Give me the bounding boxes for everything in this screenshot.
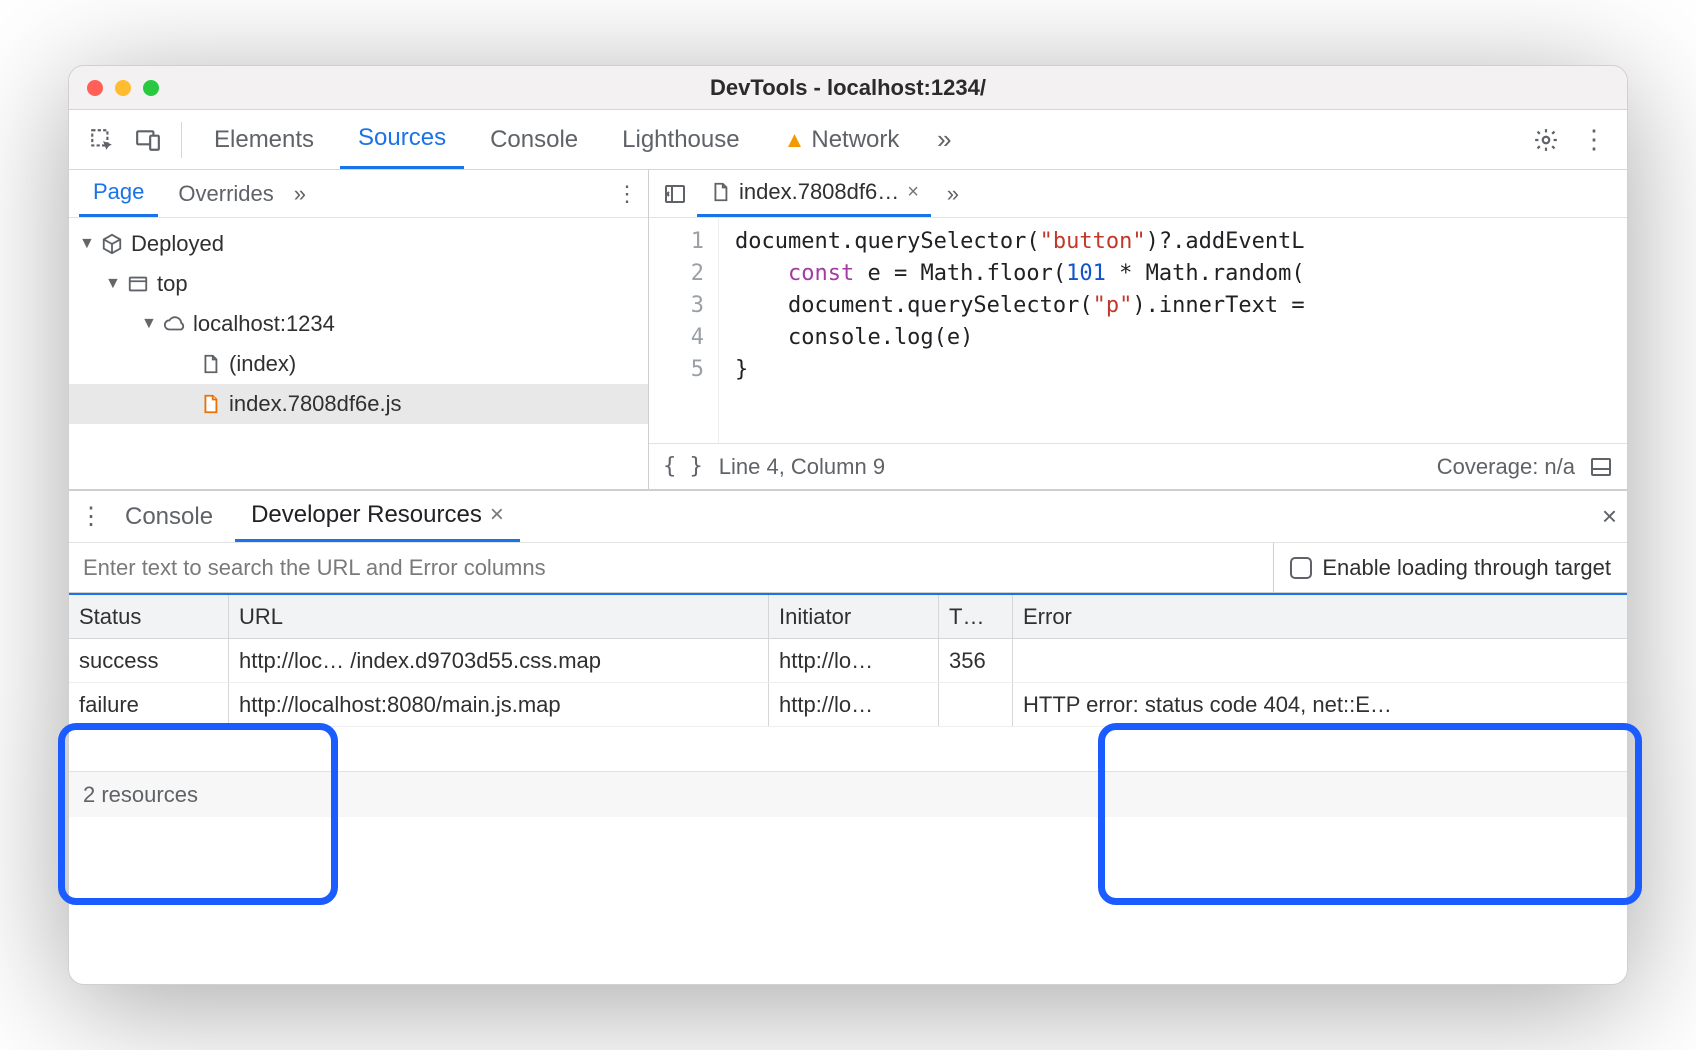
drawer-tab-console[interactable]: Console [109,491,229,542]
frame-icon [127,273,149,295]
window-title: DevTools - localhost:1234/ [69,75,1627,101]
tree-label: top [157,271,188,297]
editor-statusbar: { } Line 4, Column 9 Coverage: n/a [649,443,1627,489]
file-tree[interactable]: ▼ Deployed ▼ top ▼ localhost:1234 [69,218,648,489]
cursor-position: Line 4, Column 9 [719,454,885,480]
editor-tab-label: index.7808df6… [739,179,899,205]
drawer-tab-devresources[interactable]: Developer Resources × [235,491,520,542]
chevron-down-icon: ▼ [79,235,93,253]
resources-table: Status URL Initiator T… Error success ht… [69,593,1627,771]
more-tabs-icon[interactable]: » [925,121,963,159]
table-row[interactable]: failure http://localhost:8080/main.js.ma… [69,683,1627,727]
filter-row: Enable loading through target [69,543,1627,593]
tree-label: (index) [229,351,296,377]
drawer-kebab-icon[interactable]: ⋮ [79,502,103,531]
tab-console[interactable]: Console [472,110,596,169]
sources-workspace: Page Overrides » ⋮ ▼ Deployed ▼ to [69,170,1627,490]
document-icon [709,181,731,203]
tree-file-index[interactable]: (index) [69,344,648,384]
editor-more-tabs-icon[interactable]: » [931,181,975,207]
close-icon[interactable]: × [490,501,504,529]
navigator-panel: Page Overrides » ⋮ ▼ Deployed ▼ to [69,170,649,489]
code-editor[interactable]: 1 2 3 4 5 document.querySelector("button… [649,218,1627,443]
minimize-window-button[interactable] [115,80,131,96]
tab-sources[interactable]: Sources [340,110,464,169]
cloud-icon [163,313,185,335]
document-icon [199,393,221,415]
search-input[interactable] [69,543,1273,592]
tab-network[interactable]: ▲ Network [766,110,918,169]
nav-tab-page[interactable]: Page [79,170,158,217]
tree-label: index.7808df6e.js [229,391,401,417]
table-footer: 2 resources [69,771,1627,817]
coverage-status: Coverage: n/a [1437,454,1575,480]
close-window-button[interactable] [87,80,103,96]
devtools-window: DevTools - localhost:1234/ Elements Sour… [68,65,1628,985]
checkbox-icon [1290,557,1312,579]
tree-root-deployed[interactable]: ▼ Deployed [69,224,648,264]
nav-kebab-icon[interactable]: ⋮ [616,181,638,207]
pretty-print-icon[interactable]: { } [663,454,703,479]
titlebar: DevTools - localhost:1234/ [69,66,1627,110]
cube-icon [101,233,123,255]
tree-file-js[interactable]: index.7808df6e.js [69,384,648,424]
tree-label: Deployed [131,231,224,257]
inspect-element-icon[interactable] [83,121,121,159]
chevron-down-icon: ▼ [141,315,155,333]
tab-elements[interactable]: Elements [196,110,332,169]
warning-icon: ▲ [784,127,806,153]
nav-more-tabs-icon[interactable]: » [294,181,306,207]
kebab-menu-icon[interactable]: ⋮ [1575,121,1613,159]
settings-icon[interactable] [1527,121,1565,159]
close-icon[interactable]: × [907,181,919,204]
document-icon [199,353,221,375]
drawer-close-icon[interactable]: × [1602,501,1617,532]
col-time[interactable]: T… [939,595,1013,638]
col-initiator[interactable]: Initiator [769,595,939,638]
traffic-lights [87,80,159,96]
tree-host[interactable]: ▼ localhost:1234 [69,304,648,344]
enable-loading-checkbox[interactable]: Enable loading through target [1273,543,1627,592]
col-error[interactable]: Error [1013,595,1627,638]
toggle-drawer-icon[interactable] [1589,455,1613,479]
device-toggle-icon[interactable] [129,121,167,159]
editor-tabs: index.7808df6… × » [649,170,1627,218]
zoom-window-button[interactable] [143,80,159,96]
chevron-down-icon: ▼ [105,275,119,293]
table-row[interactable]: success http://loc… /index.d9703d55.css.… [69,639,1627,683]
editor-panel: index.7808df6… × » 1 2 3 4 5 document.qu… [649,170,1627,489]
editor-tab-active[interactable]: index.7808df6… × [697,170,931,217]
navigator-tabs: Page Overrides » ⋮ [69,170,648,218]
line-gutter: 1 2 3 4 5 [649,218,719,443]
col-status[interactable]: Status [69,595,229,638]
col-url[interactable]: URL [229,595,769,638]
toggle-navigator-icon[interactable] [653,182,697,206]
table-header: Status URL Initiator T… Error [69,595,1627,639]
drawer-tabs: ⋮ Console Developer Resources × × [69,491,1627,543]
tab-lighthouse[interactable]: Lighthouse [604,110,757,169]
drawer: ⋮ Console Developer Resources × × Enable… [69,490,1627,817]
main-toolbar: Elements Sources Console Lighthouse ▲ Ne… [69,110,1627,170]
tree-top-frame[interactable]: ▼ top [69,264,648,304]
tree-label: localhost:1234 [193,311,335,337]
code-body: document.querySelector("button")?.addEve… [719,218,1305,443]
nav-tab-overrides[interactable]: Overrides [164,170,287,217]
